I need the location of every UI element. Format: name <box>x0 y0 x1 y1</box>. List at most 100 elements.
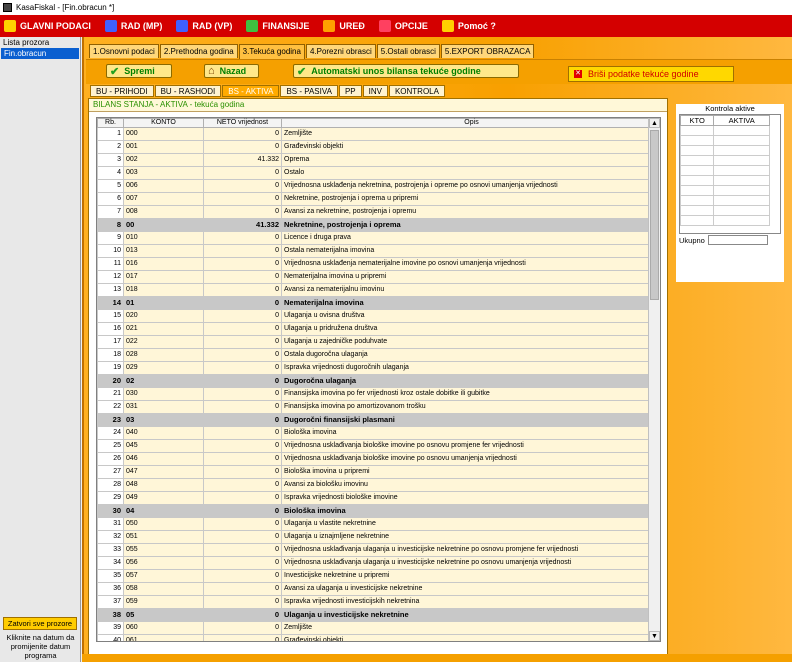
konto-cell[interactable]: 00 <box>123 218 204 232</box>
table-row[interactable]: 9 010 0 Licence i druga prava <box>97 231 660 245</box>
table-row[interactable]: 12 017 0 Nematerijalna imovina u pripremi <box>97 270 660 284</box>
neto-cell[interactable]: 0 <box>203 205 282 219</box>
konto-cell[interactable]: 051 <box>123 530 204 544</box>
kto-cell[interactable] <box>679 125 715 136</box>
auto-entry-button[interactable]: ✔ Automatski unos bilansa tekuće godine <box>293 64 519 78</box>
kto-cell[interactable] <box>679 205 715 216</box>
konto-cell[interactable]: 05 <box>123 608 204 622</box>
kto-cell[interactable] <box>679 155 715 166</box>
neto-cell[interactable]: 0 <box>203 296 282 310</box>
neto-cell[interactable]: 0 <box>203 283 282 297</box>
opis-cell[interactable]: Ispravka vrijednosti biološke imovine <box>281 491 660 505</box>
close-all-windows-button[interactable]: Zatvori sve prozore <box>3 617 77 630</box>
aktiva-cell[interactable] <box>713 125 770 136</box>
subtab-2[interactable]: BS - AKTIVA <box>222 85 280 97</box>
opis-cell[interactable]: Vrijednosna usklađivanja ulaganja u inve… <box>281 556 660 570</box>
neto-cell[interactable]: 0 <box>203 166 282 180</box>
subtab-5[interactable]: INV <box>362 85 388 97</box>
subtab-1[interactable]: BU - RASHODI <box>154 85 222 97</box>
neto-cell[interactable]: 0 <box>203 361 282 375</box>
table-row[interactable]: 36 058 0 Avansi za ulaganja u investicijske… <box>97 582 660 596</box>
subtab-6[interactable]: KONTROLA <box>388 85 445 97</box>
table-row[interactable]: 33 055 0 Vrijednosna usklađivanja ulaganja … <box>97 543 660 557</box>
table-row[interactable]: 29 049 0 Ispravka vrijednosti biološke imov… <box>97 491 660 505</box>
window-list-item-fin-obracun[interactable]: Fin.obracun <box>1 48 79 59</box>
kontrola-row[interactable] <box>679 135 770 146</box>
opis-cell[interactable]: Ispravka vrijednosti dugoročnih ulaganja <box>281 361 660 375</box>
konto-cell[interactable]: 050 <box>123 517 204 531</box>
table-row[interactable]: 34 056 0 Vrijednosna usklađivanja ulaganja … <box>97 556 660 570</box>
neto-cell[interactable]: 0 <box>203 426 282 440</box>
opis-cell[interactable]: Nematerijalna imovina u pripremi <box>281 270 660 284</box>
neto-cell[interactable]: 0 <box>203 478 282 492</box>
table-row[interactable]: 27 047 0 Biološka imovina u pripremi <box>97 465 660 479</box>
tab-2[interactable]: 2.Prethodna godina <box>159 44 238 58</box>
kontrola-row[interactable] <box>679 185 770 196</box>
opis-cell[interactable]: Avansi za nekretnine, postrojenja i opre… <box>281 205 660 219</box>
konto-cell[interactable]: 01 <box>123 296 204 310</box>
konto-cell[interactable]: 007 <box>123 192 204 206</box>
neto-cell[interactable]: 0 <box>203 530 282 544</box>
konto-cell[interactable]: 057 <box>123 569 204 583</box>
kontrola-row[interactable] <box>679 145 770 156</box>
neto-cell[interactable]: 0 <box>203 413 282 427</box>
opis-cell[interactable]: Finansijska imovina po fer vrijednosti k… <box>281 387 660 401</box>
konto-cell[interactable]: 030 <box>123 387 204 401</box>
neto-cell[interactable]: 0 <box>203 543 282 557</box>
neto-cell[interactable]: 0 <box>203 322 282 336</box>
table-row[interactable]: 21 030 0 Finansijska imovina po fer vrijedn… <box>97 387 660 401</box>
konto-cell[interactable]: 049 <box>123 491 204 505</box>
opis-cell[interactable]: Avansi za ulaganja u investicijske nekre… <box>281 582 660 596</box>
opis-cell[interactable]: Nekretnine, postrojenja i oprema u pripr… <box>281 192 660 206</box>
table-row[interactable]: 8 00 41.332 Nekretnine, postrojenja i oprem… <box>97 218 660 232</box>
neto-cell[interactable]: 0 <box>203 257 282 271</box>
konto-cell[interactable]: 059 <box>123 595 204 609</box>
konto-cell[interactable]: 013 <box>123 244 204 258</box>
opis-cell[interactable]: Ulaganja u ovisna društva <box>281 309 660 323</box>
aktiva-cell[interactable] <box>713 215 770 226</box>
table-row[interactable]: 18 028 0 Ostala dugoročna ulaganja <box>97 348 660 362</box>
table-row[interactable]: 3 002 41.332 Oprema <box>97 153 660 167</box>
grid-col-0[interactable]: Rb. <box>97 118 124 128</box>
opis-cell[interactable]: Ulaganja u pridružena društva <box>281 322 660 336</box>
neto-cell[interactable]: 0 <box>203 179 282 193</box>
aktiva-cell[interactable] <box>713 145 770 156</box>
neto-cell[interactable]: 41.332 <box>203 153 282 167</box>
save-button[interactable]: ✔ Spremi <box>106 64 172 78</box>
kto-cell[interactable] <box>679 135 715 146</box>
kontrola-row[interactable] <box>679 205 770 216</box>
kto-cell[interactable] <box>679 215 715 226</box>
kto-cell[interactable] <box>679 195 715 206</box>
table-row[interactable]: 23 03 0 Dugoročni finansijski plasmani <box>97 413 660 427</box>
neto-cell[interactable]: 0 <box>203 621 282 635</box>
table-row[interactable]: 39 060 0 Zemljište <box>97 621 660 635</box>
opis-cell[interactable]: Investicijske nekretnine u pripremi <box>281 569 660 583</box>
kto-cell[interactable] <box>679 185 715 196</box>
konto-cell[interactable]: 04 <box>123 504 204 518</box>
aktiva-grid[interactable]: Rb. KONTO NETO vrijednost Opis 1 000 0 Zemljiš… <box>96 117 661 642</box>
table-row[interactable]: 10 013 0 Ostala nematerijalna imovina <box>97 244 660 258</box>
table-row[interactable]: 26 046 0 Vrijednosna usklađivanja biološke … <box>97 452 660 466</box>
neto-cell[interactable]: 0 <box>203 387 282 401</box>
kto-cell[interactable] <box>679 175 715 186</box>
konto-cell[interactable]: 002 <box>123 153 204 167</box>
table-row[interactable]: 31 050 0 Ulaganja u vlastite nekretnine <box>97 517 660 531</box>
opis-cell[interactable]: Vrijednosna usklađivanja biološke imovin… <box>281 439 660 453</box>
opis-cell[interactable]: Ostalo <box>281 166 660 180</box>
neto-cell[interactable]: 0 <box>203 556 282 570</box>
scroll-up-icon[interactable]: ▲ <box>649 118 660 128</box>
neto-cell[interactable]: 0 <box>203 335 282 349</box>
konto-cell[interactable]: 010 <box>123 231 204 245</box>
konto-cell[interactable]: 046 <box>123 452 204 466</box>
aktiva-cell[interactable] <box>713 195 770 206</box>
neto-cell[interactable]: 0 <box>203 309 282 323</box>
table-row[interactable]: 40 061 0 Građevinski objekti <box>97 634 660 641</box>
delete-current-year-button[interactable]: ✕ Briši podatke tekuće godine <box>568 66 734 82</box>
neto-cell[interactable]: 0 <box>203 231 282 245</box>
menu-item-5[interactable]: OPCIJE <box>378 20 428 32</box>
table-row[interactable]: 37 059 0 Ispravka vrijednosti investicijski… <box>97 595 660 609</box>
konto-cell[interactable]: 017 <box>123 270 204 284</box>
menu-item-0[interactable]: GLAVNI PODACI <box>4 20 91 32</box>
opis-cell[interactable]: Dugoročni finansijski plasmani <box>281 413 660 427</box>
neto-cell[interactable]: 0 <box>203 439 282 453</box>
